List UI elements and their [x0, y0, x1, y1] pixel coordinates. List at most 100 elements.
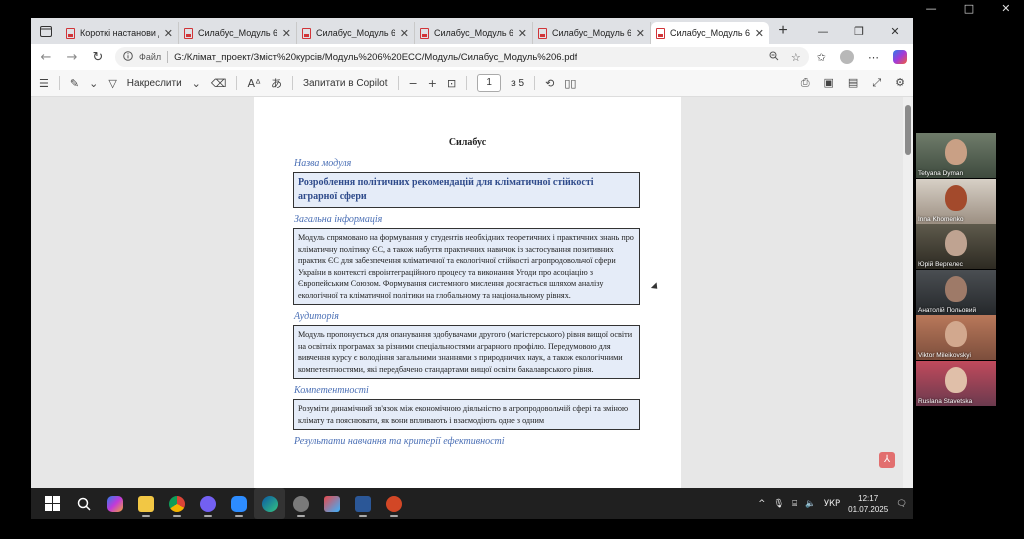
pdf-icon — [538, 27, 547, 39]
save-as-icon[interactable]: ▤ — [848, 76, 858, 90]
section-box: Модуль спрямовано на формування у студен… — [293, 228, 640, 305]
favorites-list-icon[interactable]: ✩ — [817, 51, 826, 64]
refresh-icon[interactable]: ↻ — [89, 50, 107, 65]
section-heading: Загальна інформація — [294, 214, 383, 225]
powerpoint-icon[interactable] — [378, 488, 409, 519]
draw-button-label[interactable]: Накреслити — [127, 78, 182, 89]
tab-4[interactable]: Силабус_Модуль 6.pdf ✕ — [415, 22, 533, 44]
ask-copilot-button[interactable]: Запитати в Copilot — [303, 78, 388, 89]
page-number-input[interactable]: 1 — [477, 74, 502, 92]
tab-3[interactable]: Силабус_Модуль 6.pdf ✕ — [297, 22, 415, 44]
tab-close-icon[interactable]: ✕ — [636, 27, 645, 40]
favorite-star-icon[interactable]: ☆ — [791, 51, 801, 64]
highlight-icon[interactable]: ✎ — [70, 77, 79, 90]
vertical-scrollbar[interactable] — [903, 97, 913, 488]
toolbar-divider — [58, 76, 60, 90]
settings-gear-icon[interactable]: ⚙ — [895, 76, 905, 90]
participant-tile[interactable]: Ruslana Stavetska — [916, 360, 996, 406]
chrome-icon[interactable] — [161, 488, 192, 519]
participant-tile[interactable]: Анатолій Польовий — [916, 269, 996, 315]
fullscreen-icon[interactable]: ⤢ — [872, 76, 881, 90]
tab-close-icon[interactable]: ✕ — [400, 27, 409, 40]
restore-button[interactable]: ❐ — [841, 25, 877, 38]
rotate-icon[interactable]: ⟲ — [545, 77, 554, 90]
windows-taskbar: ^ 🎙 ⌸ 🔈 УКР 12:17 01.07.2025 🗨 — [31, 488, 913, 519]
translate-icon[interactable]: あ — [271, 75, 282, 91]
close-button[interactable]: ✕ — [877, 25, 913, 38]
section-box: Розуміти динамічний зв'язок між економіч… — [293, 399, 640, 430]
zoom-in-button[interactable]: + — [428, 77, 437, 90]
tab-title: Короткі настанови до — [80, 28, 159, 38]
system-tray: ^ 🎙 ⌸ 🔈 УКР 12:17 01.07.2025 🗨 — [758, 493, 907, 515]
zoom-icon[interactable] — [223, 488, 254, 519]
tab-2[interactable]: Силабус_Модуль 6.pdf ✕ — [179, 22, 297, 44]
fit-page-icon[interactable]: ⊡ — [447, 77, 456, 90]
minimize-button[interactable]: — — [805, 25, 841, 38]
paint-app-icon[interactable] — [316, 488, 347, 519]
eraser-icon[interactable]: ⌫ — [211, 77, 227, 90]
tab-close-icon[interactable]: ✕ — [518, 27, 527, 40]
url-divider — [167, 51, 169, 63]
language-indicator[interactable]: УКР — [824, 499, 840, 509]
volume-icon[interactable]: 🔈 — [805, 499, 816, 509]
section-heading: Компетентності — [294, 385, 369, 396]
participant-name: Юрій Вергелес — [918, 261, 963, 268]
back-arrow-icon[interactable]: ← — [37, 50, 55, 65]
outer-minimize-button[interactable]: — — [926, 2, 937, 15]
participant-tile[interactable]: Юрій Вергелес — [916, 224, 996, 269]
microphone-icon[interactable]: 🎙 — [773, 499, 784, 509]
zoom-out-button[interactable]: − — [409, 77, 418, 90]
network-icon[interactable]: ⌸ — [792, 499, 797, 509]
scrollbar-thumb[interactable] — [905, 105, 911, 155]
viber-icon[interactable] — [192, 488, 223, 519]
participant-tile[interactable]: Viktor Mileikovskyi — [916, 315, 996, 360]
tab-title: Силабус_Модуль 6.pdf — [552, 28, 631, 38]
outer-close-button[interactable]: ✕ — [1001, 2, 1010, 15]
profile-avatar-icon[interactable] — [840, 50, 854, 64]
clock[interactable]: 12:17 01.07.2025 — [848, 493, 888, 515]
start-button[interactable] — [37, 488, 68, 519]
page-total-label: з 5 — [511, 77, 525, 89]
draw-pen-icon[interactable]: ▽ — [108, 77, 116, 90]
document-title: Силабус — [448, 137, 487, 148]
page-view-icon[interactable]: ▯▯ — [564, 77, 576, 90]
word-icon[interactable] — [347, 488, 378, 519]
acrobat-icon[interactable]: ⅄ — [879, 452, 895, 468]
settings-app-icon[interactable] — [285, 488, 316, 519]
read-aloud-icon[interactable]: Aᐞ — [247, 77, 261, 90]
tab-close-icon[interactable]: ✕ — [755, 27, 764, 40]
participant-tile[interactable]: Inna Khomenko — [916, 178, 996, 224]
desktop: — □ ✕ Короткі настанови до ✕ Силабус_Мод… — [0, 0, 1024, 539]
tab-5[interactable]: Силабус_Модуль 6.pdf ✕ — [533, 22, 651, 44]
tab-6-active[interactable]: Силабус_Модуль 6.pdf ✕ — [651, 22, 769, 44]
save-icon[interactable]: ▣ — [824, 76, 834, 90]
tab-close-icon[interactable]: ✕ — [164, 27, 173, 40]
search-icon[interactable] — [68, 488, 99, 519]
new-tab-button[interactable]: + — [769, 22, 797, 40]
outer-maximize-button[interactable]: □ — [964, 2, 974, 15]
chevron-down-icon[interactable]: ⌄ — [89, 77, 98, 90]
forward-arrow-icon[interactable]: → — [63, 50, 81, 65]
url-text[interactable]: G:/Клімат_проект/Зміст%20курсів/Модуль%2… — [174, 52, 577, 63]
print-icon[interactable]: ⎙ — [801, 76, 810, 90]
participant-name: Inna Khomenko — [918, 215, 964, 223]
participant-tile[interactable]: Tetyana Dyman — [916, 133, 996, 178]
url-field[interactable]: Файл G:/Клімат_проект/Зміст%20курсів/Мод… — [115, 47, 809, 67]
copilot-icon[interactable] — [893, 50, 907, 64]
contents-list-icon[interactable]: ☰ — [39, 77, 49, 90]
pdf-toolbar: ☰ ✎ ⌄ ▽ Накреслити ⌄ ⌫ Aᐞ あ Запитати в C… — [31, 70, 913, 97]
pdf-viewer[interactable]: Силабус Назва модуля Розроблення політич… — [31, 97, 913, 488]
tray-overflow-chevron-icon[interactable]: ^ — [758, 499, 765, 509]
clock-date: 01.07.2025 — [848, 504, 889, 514]
info-icon[interactable] — [123, 50, 133, 64]
notifications-icon[interactable]: 🗨 — [896, 499, 907, 509]
copilot-taskbar-icon[interactable] — [99, 488, 130, 519]
zoom-magnifier-icon[interactable] — [769, 51, 779, 64]
chevron-down-icon[interactable]: ⌄ — [192, 77, 201, 90]
more-options-icon[interactable]: ⋯ — [868, 51, 879, 64]
tab-actions-icon[interactable] — [31, 25, 61, 37]
edge-icon[interactable] — [254, 488, 285, 519]
tab-1[interactable]: Короткі настанови до ✕ — [61, 22, 179, 44]
tab-close-icon[interactable]: ✕ — [282, 27, 291, 40]
file-explorer-icon[interactable] — [130, 488, 161, 519]
